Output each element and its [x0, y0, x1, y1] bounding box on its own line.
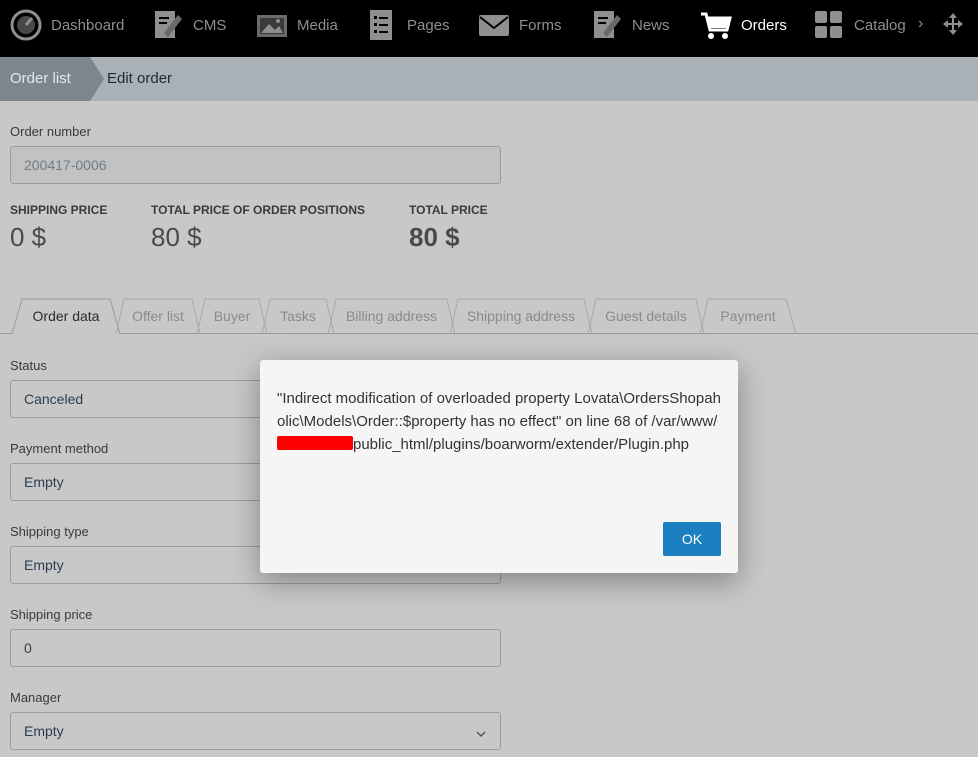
cart-icon — [700, 9, 732, 41]
shipping-type-value: Empty — [24, 557, 64, 573]
breadcrumb-order-list[interactable]: Order list — [0, 57, 104, 101]
payment-method-label: Payment method — [10, 441, 109, 456]
news-icon — [591, 9, 623, 41]
shipping-type-label: Shipping type — [10, 524, 89, 539]
catalog-icon — [813, 9, 845, 41]
status-value: Canceled — [24, 391, 84, 407]
tab-offer-list[interactable]: Offer list — [116, 298, 200, 334]
manager-select[interactable]: Empty — [10, 712, 501, 750]
order-number-field[interactable]: 200417-0006 — [10, 146, 501, 184]
tab-shipping-address-label: Shipping address — [466, 308, 576, 324]
tab-offer-list-label: Offer list — [132, 308, 184, 324]
tab-billing-address[interactable]: Billing address — [328, 298, 455, 334]
nav-orders-label: Orders — [741, 16, 787, 34]
status-label: Status — [10, 358, 47, 373]
tab-tasks[interactable]: Tasks — [262, 298, 334, 334]
pages-icon — [366, 9, 398, 41]
nav-dashboard[interactable]: Dashboard — [10, 0, 124, 50]
forms-icon — [478, 9, 510, 41]
breadcrumb-edit-order: Edit order — [107, 70, 173, 87]
tab-guest-details-label: Guest details — [605, 308, 687, 324]
nav-pages-label: Pages — [407, 16, 450, 34]
positions-price-value: 80 $ — [151, 222, 202, 252]
nav-orders[interactable]: Orders — [700, 0, 787, 50]
nav-more-chevron-icon[interactable]: › — [918, 15, 923, 33]
manager-label: Manager — [10, 690, 62, 705]
nav-catalog[interactable]: Catalog — [813, 0, 906, 50]
error-message-part1: "Indirect modification of overloaded pro… — [277, 390, 721, 430]
breadcrumb: Order list Edit order — [0, 57, 978, 101]
shipping-price-label: Shipping price — [10, 607, 93, 622]
media-icon — [256, 9, 288, 41]
shipping-price-input[interactable]: 0 — [10, 629, 501, 667]
order-number-label: Order number — [10, 124, 91, 139]
nav-news[interactable]: News — [591, 0, 670, 50]
breadcrumb-order-list-label: Order list — [10, 70, 71, 87]
top-navigation: Dashboard CMS Media Pages Forms News Ord… — [0, 0, 978, 57]
cms-icon — [152, 9, 184, 41]
nav-forms[interactable]: Forms — [478, 0, 562, 50]
payment-method-value: Empty — [24, 474, 64, 490]
tab-shipping-address[interactable]: Shipping address — [450, 298, 592, 334]
error-message-part2: public_html/plugins/boarworm/extender/Pl… — [353, 436, 690, 453]
shipping-price-summary-value: 0 $ — [10, 222, 47, 252]
error-dialog: "Indirect modification of overloaded pro… — [260, 360, 738, 573]
nav-dashboard-label: Dashboard — [51, 16, 125, 34]
tab-guest-details[interactable]: Guest details — [588, 298, 704, 334]
tab-order-data-label: Order data — [32, 308, 100, 324]
total-price-label: TOTAL PRICE — [409, 203, 488, 217]
shipping-price-summary-label: SHIPPING PRICE — [10, 203, 108, 217]
nav-forms-label: Forms — [519, 16, 562, 34]
tab-payment[interactable]: Payment — [700, 298, 796, 334]
tab-payment-label: Payment — [720, 308, 776, 324]
tab-billing-address-label: Billing address — [345, 308, 438, 324]
nav-media[interactable]: Media — [256, 0, 338, 50]
nav-catalog-label: Catalog — [854, 16, 906, 34]
tab-tasks-label: Tasks — [280, 308, 316, 324]
order-number-value: 200417-0006 — [24, 157, 107, 173]
tab-buyer[interactable]: Buyer — [197, 298, 267, 334]
tab-order-data[interactable]: Order data — [12, 298, 120, 334]
nav-news-label: News — [632, 16, 670, 34]
move-icon[interactable] — [942, 12, 964, 36]
manager-value: Empty — [24, 723, 64, 739]
nav-media-label: Media — [297, 16, 338, 34]
positions-price-label: TOTAL PRICE OF ORDER POSITIONS — [151, 203, 366, 217]
nav-pages[interactable]: Pages — [366, 0, 450, 50]
nav-cms-label: CMS — [193, 16, 227, 34]
error-message: "Indirect modification of overloaded pro… — [277, 387, 727, 456]
nav-cms[interactable]: CMS — [152, 0, 226, 50]
ok-button[interactable]: OK — [663, 522, 721, 556]
chevron-down-icon — [476, 726, 486, 738]
dashboard-icon — [10, 9, 42, 41]
tab-buyer-label: Buyer — [213, 308, 251, 324]
shipping-price-value: 0 — [24, 640, 32, 656]
redaction-mark — [277, 436, 353, 450]
total-price-value: 80 $ — [409, 222, 460, 252]
